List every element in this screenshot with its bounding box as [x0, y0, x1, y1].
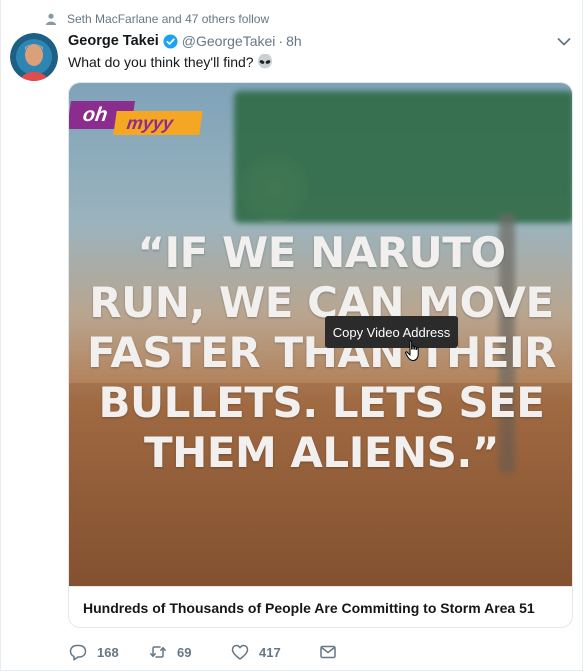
copy-video-address-menu-item[interactable]: Copy Video Address	[325, 316, 458, 348]
tweet-header: George Takei @GeorgeTakei · 8h	[68, 31, 302, 51]
background-road-sign	[234, 91, 572, 223]
person-icon	[46, 13, 56, 25]
tweet-body: What do you think they'll find?	[68, 54, 254, 70]
video-quote: “IF WE NARUTO RUN, WE CAN MOVE FASTER TH…	[69, 228, 572, 478]
quote-line: RUN, WE CAN MOVE	[89, 278, 554, 327]
author-name[interactable]: George Takei	[68, 33, 159, 49]
quote-line: THEM ALIENS.”	[144, 428, 499, 477]
social-context: Seth MacFarlane and 47 others follow	[45, 10, 269, 28]
separator-dot: ·	[278, 33, 284, 49]
quote-line: BULLETS. LETS SEE	[98, 378, 545, 427]
avatar-image	[10, 33, 58, 81]
video-player[interactable]: oh myyy “IF WE NARUTO RUN, WE CAN MOVE F…	[69, 83, 572, 586]
tweet-text: What do you think they'll find?	[68, 52, 274, 72]
retweet-count: 69	[177, 644, 192, 660]
media-card[interactable]: oh myyy “IF WE NARUTO RUN, WE CAN MOVE F…	[68, 82, 573, 628]
chevron-down-icon[interactable]	[557, 36, 571, 48]
verified-badge-icon	[163, 33, 178, 49]
reply-button[interactable]: 168	[69, 643, 149, 661]
reply-icon	[69, 644, 87, 661]
retweet-icon	[150, 646, 166, 658]
author-handle[interactable]: @GeorgeTakei	[182, 33, 276, 49]
tweet-container: Seth MacFarlane and 47 others follow Geo…	[0, 0, 583, 671]
hand-cursor-icon	[405, 340, 419, 362]
retweet-button[interactable]: 69	[149, 643, 231, 661]
like-button[interactable]: 417	[231, 643, 319, 661]
logo-myyy: myyy	[113, 111, 203, 135]
tweet-actions: 168 69 417	[69, 641, 347, 663]
like-count: 417	[259, 644, 281, 660]
tweet-time[interactable]: 8h	[286, 33, 302, 49]
card-title[interactable]: Hundreds of Thousands of People Are Comm…	[69, 586, 572, 627]
quote-line: FASTER THAN THEIR	[87, 328, 556, 377]
ohmyyy-logo: oh myyy	[69, 101, 203, 135]
alien-emoji-icon	[257, 54, 272, 69]
direct-message-button[interactable]	[319, 643, 347, 661]
heart-icon	[231, 644, 249, 660]
envelope-icon	[320, 645, 336, 659]
reply-count: 168	[97, 644, 119, 660]
avatar[interactable]	[10, 33, 58, 81]
social-context-text: Seth MacFarlane and 47 others follow	[67, 12, 270, 26]
quote-line: “IF WE NARUTO	[137, 228, 506, 277]
